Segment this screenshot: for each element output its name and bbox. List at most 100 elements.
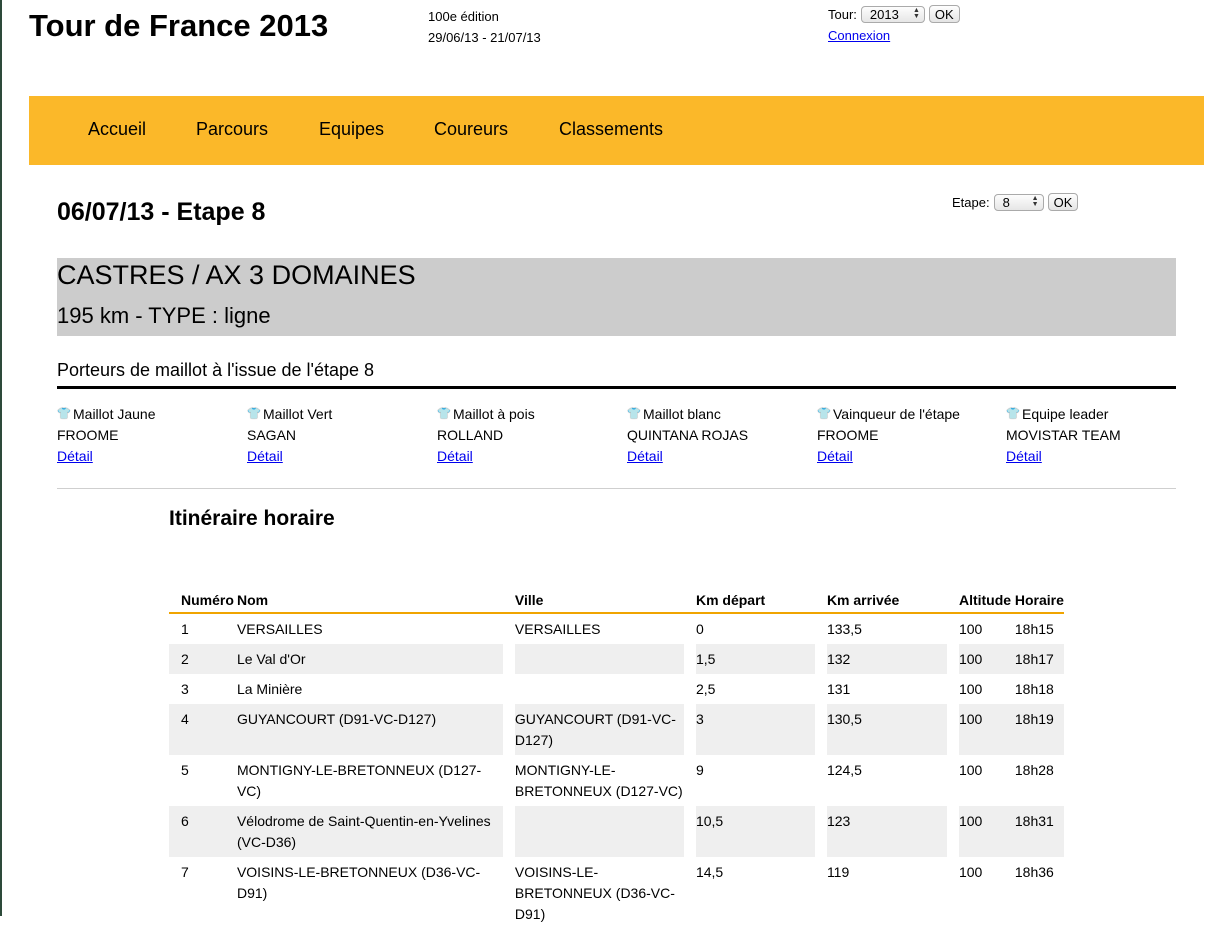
column-header: Altitude (958, 588, 1015, 614)
divider (57, 488, 1176, 489)
column-header: Horaire (1014, 588, 1064, 614)
green-jersey-icon: 👕 (247, 408, 261, 420)
cell-number: 4 (169, 704, 225, 755)
edition-dates: 29/06/13 - 21/07/13 (428, 30, 541, 45)
cell-km-end: 131 (826, 681, 851, 697)
cell-km-start: 3 (695, 704, 816, 755)
cell-km-start: 10,5 (695, 806, 816, 857)
jersey-detail-link[interactable]: Détail (247, 448, 283, 464)
cell-number: 7 (181, 864, 189, 880)
cell-number: 3 (181, 681, 189, 697)
table-row: 2 Le Val d'Or 1,5 132 100 18h17 (169, 644, 1064, 674)
table-row: 7 VOISINS-LE-BRETONNEUX (D36-VC-D91) VOI… (169, 857, 1064, 929)
select-arrows-icon: ▲ ▼ (912, 7, 920, 20)
team-leader-jersey-icon: 👕 (1006, 408, 1020, 420)
cell-city (514, 806, 685, 857)
cell-time: 18h31 (1014, 806, 1064, 857)
cell-time: 18h28 (1014, 762, 1054, 778)
jersey-white: 👕 Maillot blanc QUINTANA ROJAS Détail (627, 404, 807, 467)
cell-time: 18h36 (1014, 864, 1054, 880)
cell-km-end: 119 (826, 864, 850, 880)
window-edge (0, 0, 2, 916)
cell-number: 5 (181, 762, 189, 778)
jersey-detail-link[interactable]: Détail (1006, 448, 1042, 464)
tour-selector: Tour: 2013 ▲ ▼ OK (828, 5, 960, 23)
cell-time: 18h15 (1014, 621, 1054, 637)
cell-km-end: 132 (826, 644, 948, 674)
cell-altitude: 100 (958, 762, 983, 778)
cell-name: MONTIGNY-LE-BRETONNEUX (D127-VC) (236, 762, 482, 799)
cell-km-start: 0 (695, 621, 704, 637)
column-header: Ville (514, 588, 685, 614)
jersey-holder: QUINTANA ROJAS (627, 427, 749, 443)
jersey-holder: FROOME (817, 427, 879, 443)
cell-km-start: 1,5 (695, 644, 816, 674)
jersey-polka-dot: 👕 Maillot à pois ROLLAND Détail (437, 404, 617, 467)
polka-dot-jersey-icon: 👕 (437, 408, 451, 420)
jersey-label: Maillot blanc (643, 406, 721, 422)
table-row: 6 Vélodrome de Saint-Quentin-en-Yvelines… (169, 806, 1064, 857)
cell-name: GUYANCOURT (D91-VC-D127) (236, 704, 504, 755)
jersey-label: Maillot Jaune (73, 406, 156, 422)
jersey-label: Maillot Vert (263, 406, 333, 422)
cell-city: GUYANCOURT (D91-VC-D127) (514, 704, 685, 755)
cell-time: 18h19 (1014, 704, 1064, 755)
cell-city: VOISINS-LE-BRETONNEUX (D36-VC-D91) (514, 864, 675, 922)
cell-km-end: 123 (826, 806, 948, 857)
nav-item-accueil[interactable]: Accueil (88, 119, 146, 140)
cell-altitude: 100 (958, 644, 1003, 674)
nav-item-equipes[interactable]: Equipes (319, 119, 384, 140)
jersey-holder: MOVISTAR TEAM (1006, 427, 1121, 443)
tour-ok-button[interactable]: OK (928, 5, 960, 23)
jersey-yellow: 👕 Maillot Jaune FROOME Détail (57, 404, 237, 467)
jersey-label: Maillot à pois (453, 406, 535, 422)
cell-city: VERSAILLES (514, 621, 601, 637)
jersey-detail-link[interactable]: Détail (437, 448, 473, 464)
table-header-row: Numéro Nom Ville Km départ Km arrivée Al… (169, 588, 1064, 614)
cell-name: La Minière (236, 681, 303, 697)
cell-name: VOISINS-LE-BRETONNEUX (D36-VC-D91) (236, 864, 481, 901)
main-nav: Accueil Parcours Equipes Coureurs Classe… (29, 96, 1204, 165)
itinerary-title: Itinéraire horaire (169, 507, 335, 530)
jersey-holder: FROOME (57, 427, 119, 443)
cell-city (515, 674, 684, 704)
route-name: CASTRES / AX 3 DOMAINES (57, 260, 416, 290)
nav-item-coureurs[interactable]: Coureurs (434, 119, 508, 140)
jersey-detail-link[interactable]: Détail (817, 448, 853, 464)
yellow-jersey-icon: 👕 (57, 408, 71, 420)
cell-time: 18h18 (1014, 681, 1054, 697)
cell-km-end: 133,5 (826, 621, 862, 637)
cell-city: MONTIGNY-LE-BRETONNEUX (D127-VC) (514, 762, 683, 799)
tour-select[interactable]: 2013 ▲ ▼ (860, 5, 925, 23)
table-row: 4 GUYANCOURT (D91-VC-D127) GUYANCOURT (D… (169, 704, 1064, 755)
cell-km-start: 9 (695, 762, 704, 778)
cell-name: Le Val d'Or (236, 644, 504, 674)
jersey-label: Equipe leader (1022, 406, 1109, 422)
table-row: 5 MONTIGNY-LE-BRETONNEUX (D127-VC) MONTI… (169, 755, 1064, 806)
route-banner: CASTRES / AX 3 DOMAINES 195 km - TYPE : … (57, 258, 1176, 336)
jersey-detail-link[interactable]: Détail (57, 448, 93, 464)
column-header: Km départ (695, 588, 816, 614)
stage-title: 06/07/13 - Etape 8 (57, 198, 266, 226)
cell-altitude: 100 (958, 864, 983, 880)
nav-item-parcours[interactable]: Parcours (196, 119, 268, 140)
column-header: Nom (236, 588, 504, 614)
tour-select-value: 2013 (869, 6, 899, 22)
white-jersey-icon: 👕 (627, 408, 641, 420)
stage-label: Etape: (952, 194, 990, 210)
cell-altitude: 100 (958, 806, 1003, 857)
login-link[interactable]: Connexion (828, 28, 890, 43)
cell-number: 2 (169, 644, 225, 674)
cell-km-end: 124,5 (826, 762, 862, 778)
jersey-stage-winner: 👕 Vainqueur de l'étape FROOME Détail (817, 404, 997, 467)
cell-city (514, 644, 685, 674)
table-row: 3 La Minière 2,5 131 100 18h18 (169, 674, 1064, 704)
nav-item-classements[interactable]: Classements (559, 119, 663, 140)
stage-select[interactable]: 8 ▲ ▼ (993, 193, 1044, 211)
cell-number: 6 (169, 806, 225, 857)
jersey-detail-link[interactable]: Détail (627, 448, 663, 464)
select-arrows-icon: ▲ ▼ (1031, 195, 1039, 208)
jersey-green: 👕 Maillot Vert SAGAN Détail (247, 404, 427, 467)
stage-selector: Etape: 8 ▲ ▼ OK (952, 193, 1079, 211)
stage-ok-button[interactable]: OK (1047, 193, 1079, 211)
